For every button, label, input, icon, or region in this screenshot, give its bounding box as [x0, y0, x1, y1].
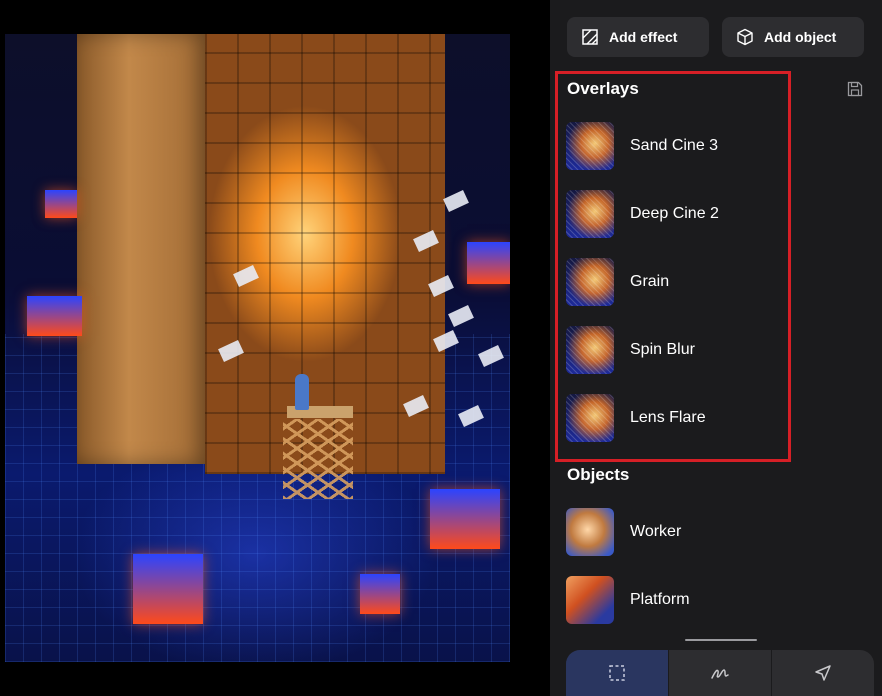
- overlay-thumbnail: [566, 258, 614, 306]
- floating-cube: [45, 190, 77, 218]
- overlay-item[interactable]: Deep Cine 2: [566, 188, 856, 240]
- overlay-thumbnail: [566, 326, 614, 374]
- overlay-label: Deep Cine 2: [630, 205, 719, 222]
- overlay-thumbnail: [566, 394, 614, 442]
- artwork-image[interactable]: [5, 34, 510, 662]
- overlay-thumbnail: [566, 122, 614, 170]
- floating-cube: [360, 574, 400, 614]
- overlays-title: Overlays: [567, 79, 639, 98]
- overlay-item[interactable]: Grain: [566, 256, 856, 308]
- draw-tool-button[interactable]: [669, 650, 772, 696]
- save-icon[interactable]: [846, 80, 864, 98]
- floating-cube: [467, 242, 510, 284]
- side-panel: Add effect Add object Overlays Sand Cine…: [550, 0, 882, 696]
- object-thumbnail: [566, 508, 614, 556]
- overlay-label: Sand Cine 3: [630, 137, 719, 154]
- floating-cube: [430, 489, 500, 549]
- pointer-icon: [814, 664, 832, 682]
- add-effect-button[interactable]: Add effect: [567, 17, 709, 57]
- cube-icon: [736, 28, 754, 46]
- add-effect-label: Add effect: [609, 29, 678, 45]
- overlay-item[interactable]: Lens Flare: [566, 392, 856, 444]
- flying-paper: [448, 305, 474, 327]
- object-label: Worker: [630, 523, 682, 540]
- objects-title: Objects: [567, 465, 630, 484]
- object-item[interactable]: Platform: [566, 574, 856, 626]
- overlay-label: Lens Flare: [630, 409, 706, 426]
- add-object-button[interactable]: Add object: [722, 17, 864, 57]
- draw-icon: [710, 664, 730, 682]
- flying-paper: [443, 190, 469, 212]
- tower-side: [77, 34, 207, 464]
- floating-cube: [27, 296, 82, 336]
- pointer-tool-button[interactable]: [772, 650, 874, 696]
- overlay-label: Grain: [630, 273, 670, 290]
- effect-icon: [581, 28, 599, 46]
- scissor-lift: [283, 419, 353, 499]
- overlay-item[interactable]: Sand Cine 3: [566, 120, 856, 172]
- object-thumbnail: [566, 576, 614, 624]
- object-item[interactable]: Worker: [566, 506, 856, 558]
- overlay-label: Spin Blur: [630, 341, 695, 358]
- overlay-item[interactable]: Spin Blur: [566, 324, 856, 376]
- bottom-toolbar: [566, 650, 874, 696]
- scroll-indicator[interactable]: [685, 639, 757, 641]
- overlay-thumbnail: [566, 190, 614, 238]
- worker-figure: [295, 374, 309, 410]
- add-object-label: Add object: [764, 29, 837, 45]
- object-label: Platform: [630, 591, 690, 608]
- floating-cube: [133, 554, 203, 624]
- selection-icon: [608, 664, 626, 682]
- canvas-area: [0, 0, 550, 696]
- selection-tool-button[interactable]: [566, 650, 669, 696]
